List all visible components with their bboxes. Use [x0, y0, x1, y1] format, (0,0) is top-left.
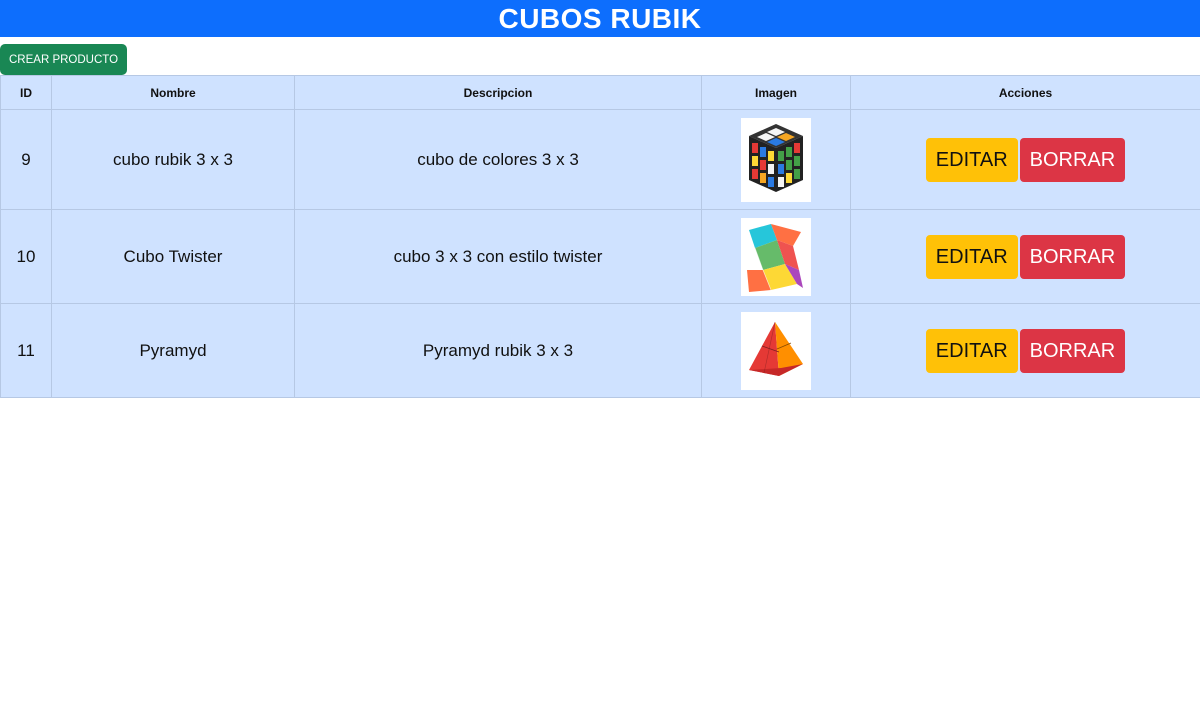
- column-header-imagen: Imagen: [701, 75, 851, 110]
- cell-id: 9: [0, 109, 52, 210]
- twister-cube-image: [741, 217, 811, 296]
- cell-imagen: [701, 303, 851, 398]
- table-header-row: ID Nombre Descripcion Imagen Acciones: [0, 75, 1200, 110]
- cell-descripcion: Pyramyd rubik 3 x 3: [294, 303, 702, 398]
- page-title: CUBOS RUBIK: [498, 2, 702, 34]
- cell-acciones: EDITAR BORRAR: [850, 209, 1200, 304]
- pyramid-cube-image: [741, 311, 811, 390]
- delete-button[interactable]: BORRAR: [1019, 137, 1126, 182]
- column-header-acciones: Acciones: [850, 75, 1200, 110]
- column-header-id: ID: [0, 75, 52, 110]
- products-table: ID Nombre Descripcion Imagen Acciones 9 …: [0, 75, 1200, 398]
- delete-button[interactable]: BORRAR: [1019, 328, 1126, 373]
- table-row: 10 Cubo Twister cubo 3 x 3 con estilo tw…: [0, 209, 1200, 304]
- create-product-button[interactable]: CREAR PRODUCTO: [0, 44, 128, 75]
- cell-imagen: [701, 209, 851, 304]
- cell-id: 10: [0, 209, 52, 304]
- rubiks-cube-image: [741, 117, 811, 202]
- edit-button[interactable]: EDITAR: [925, 137, 1018, 182]
- cell-descripcion: cubo de colores 3 x 3: [294, 109, 702, 210]
- cell-acciones: EDITAR BORRAR: [850, 109, 1200, 210]
- column-header-descripcion: Descripcion: [294, 75, 702, 110]
- edit-button[interactable]: EDITAR: [925, 328, 1018, 373]
- cell-nombre: Pyramyd: [51, 303, 295, 398]
- page-header: CUBOS RUBIK: [0, 0, 1200, 37]
- table-row: 9 cubo rubik 3 x 3 cubo de colores 3 x 3: [0, 109, 1200, 210]
- cell-nombre: Cubo Twister: [51, 209, 295, 304]
- column-header-nombre: Nombre: [51, 75, 295, 110]
- cell-imagen: [701, 109, 851, 210]
- cell-descripcion: cubo 3 x 3 con estilo twister: [294, 209, 702, 304]
- table-row: 11 Pyramyd Pyramyd rubik 3 x 3 EDITAR BOR…: [0, 303, 1200, 398]
- delete-button[interactable]: BORRAR: [1019, 234, 1126, 279]
- edit-button[interactable]: EDITAR: [925, 234, 1018, 279]
- cell-nombre: cubo rubik 3 x 3: [51, 109, 295, 210]
- cell-acciones: EDITAR BORRAR: [850, 303, 1200, 398]
- cell-id: 11: [0, 303, 52, 398]
